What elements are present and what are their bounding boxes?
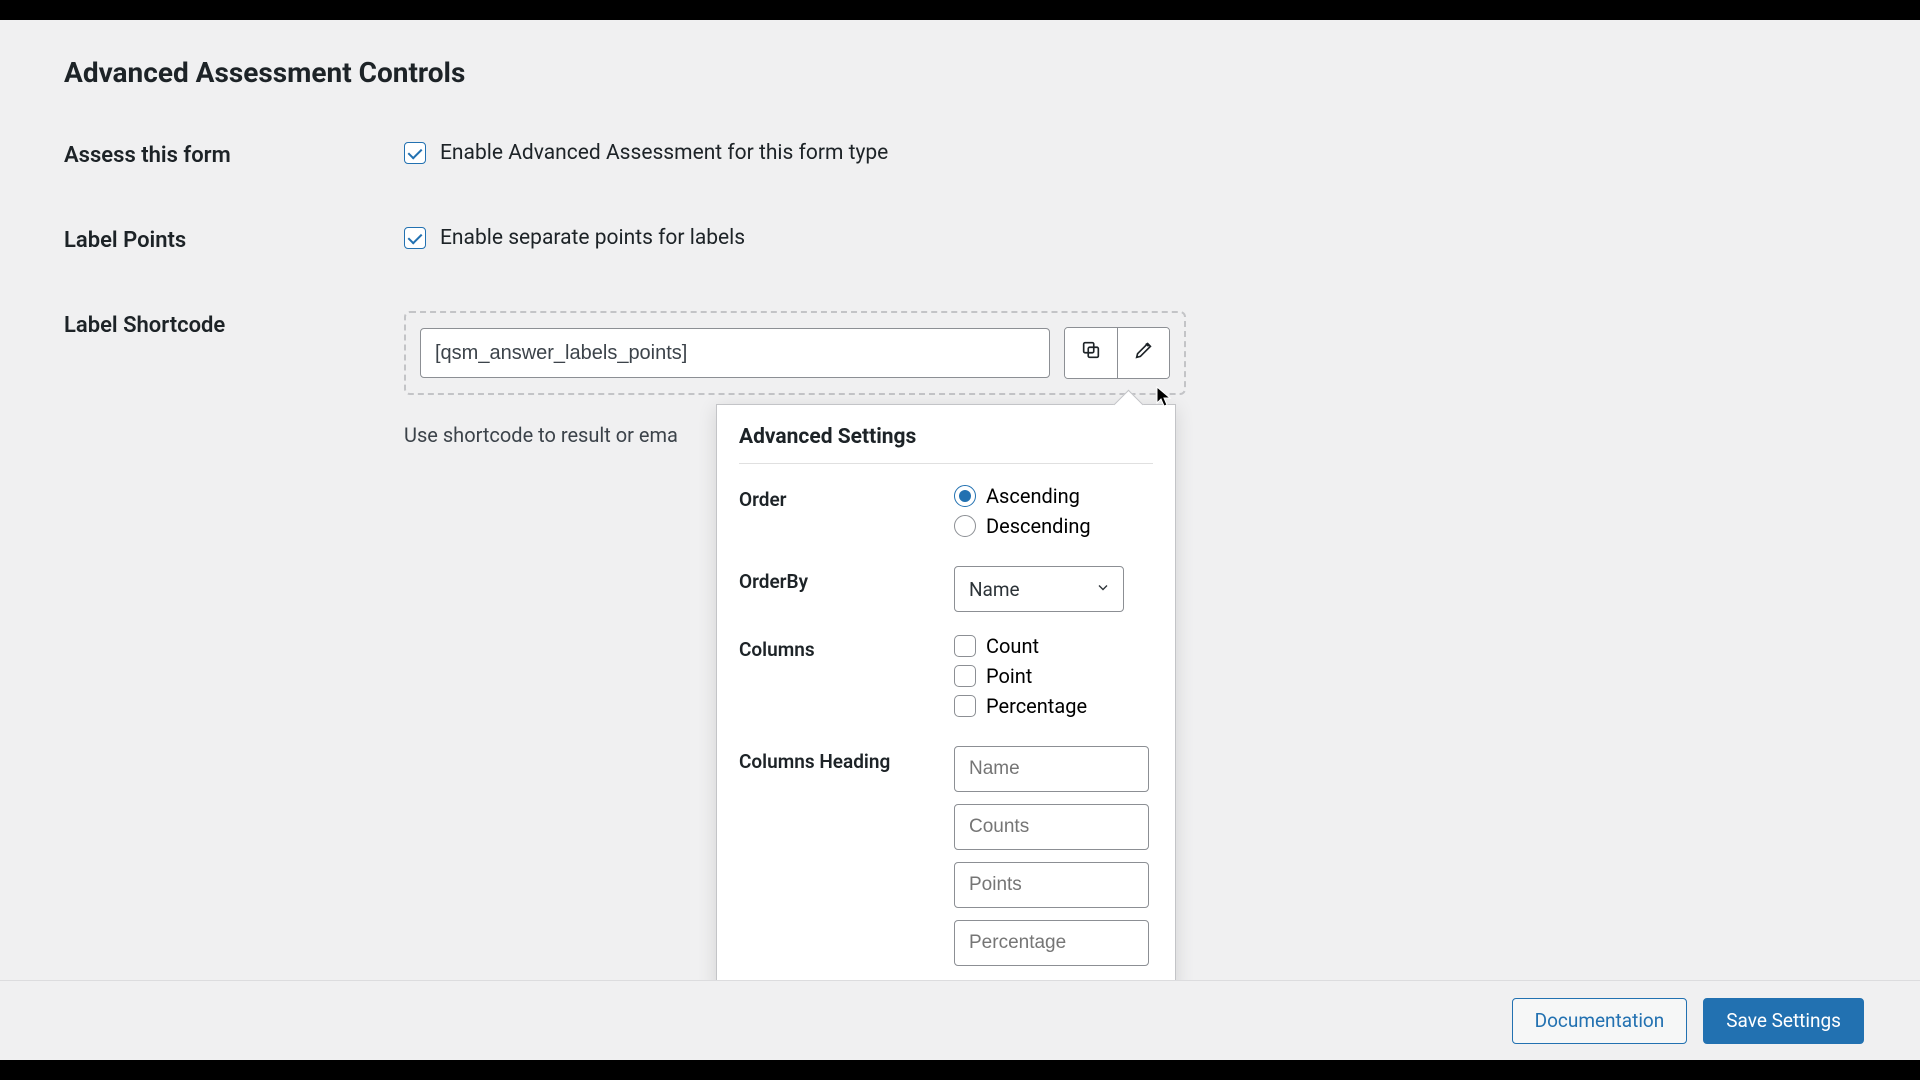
advanced-settings-popover: Advanced Settings Order Ascending Descen… [716,404,1176,993]
copy-button[interactable] [1065,328,1117,378]
page-title: Advanced Assessment Controls [64,56,1856,89]
columns-percentage-checkbox[interactable] [954,695,976,717]
columns-count-label: Count [986,634,1039,658]
orderby-label: OrderBy [739,566,954,593]
documentation-button[interactable]: Documentation [1512,998,1688,1044]
shortcode-input[interactable] [420,328,1050,378]
order-asc-label: Ascending [986,484,1080,508]
heading-points-input[interactable] [954,862,1149,908]
label-points-checkbox[interactable] [404,227,426,249]
heading-counts-input[interactable] [954,804,1149,850]
columns-heading-label: Columns Heading [739,746,954,773]
popover-title: Advanced Settings [739,425,1153,464]
edit-button[interactable] [1117,328,1169,378]
chevron-down-icon [1095,578,1111,601]
columns-label: Columns [739,634,954,661]
label-points-label: Label Points [64,226,404,253]
heading-name-input[interactable] [954,746,1149,792]
save-settings-button[interactable]: Save Settings [1703,998,1864,1044]
order-desc-label: Descending [986,514,1091,538]
label-shortcode-label: Label Shortcode [64,311,404,338]
columns-count-checkbox[interactable] [954,635,976,657]
assess-form-label: Assess this form [64,141,404,168]
shortcode-block [404,311,1186,395]
assess-form-checkbox[interactable] [404,142,426,164]
order-label: Order [739,484,954,511]
orderby-select[interactable]: Name [954,566,1124,612]
pencil-icon [1133,339,1155,367]
columns-point-checkbox[interactable] [954,665,976,687]
columns-percentage-label: Percentage [986,694,1087,718]
assess-form-checkbox-label: Enable Advanced Assessment for this form… [440,141,888,165]
heading-percentage-input[interactable] [954,920,1149,966]
label-points-checkbox-label: Enable separate points for labels [440,226,745,250]
footer-bar: Documentation Save Settings [0,980,1920,1060]
order-asc-radio[interactable] [954,485,976,507]
order-desc-radio[interactable] [954,515,976,537]
copy-icon [1080,339,1102,367]
columns-point-label: Point [986,664,1032,688]
orderby-value: Name [969,578,1020,601]
